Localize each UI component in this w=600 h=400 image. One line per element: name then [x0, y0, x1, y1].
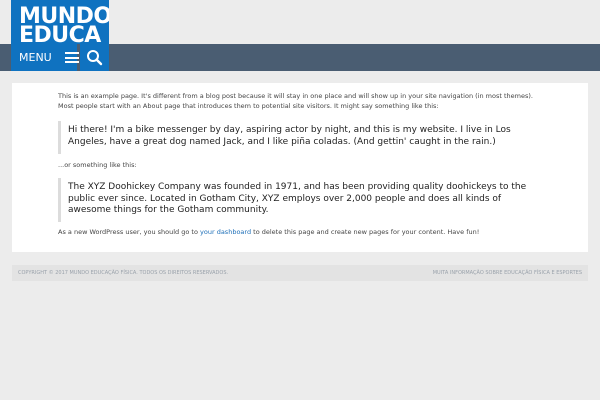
search-button[interactable] — [80, 44, 109, 71]
logo-text: MUNDO EDUCA — [19, 4, 109, 45]
site-footer: COPYRIGHT © 2017 MUNDO EDUCAÇÃO FÍSICA. … — [12, 265, 588, 281]
blockquote-bike-messenger: Hi there! I'm a bike messenger by day, a… — [58, 121, 538, 154]
dashboard-link[interactable]: your dashboard — [200, 228, 251, 236]
site-logo[interactable]: MUNDO EDUCA — [11, 0, 109, 44]
site-header: MUNDO EDUCA — [0, 0, 600, 44]
or-text: ...or something like this: — [58, 161, 137, 169]
page-content: This is an example page. It's different … — [12, 83, 588, 252]
copyright-text: COPYRIGHT © 2017 MUNDO EDUCAÇÃO FÍSICA. … — [18, 270, 229, 276]
navigation-bar: MENU — [0, 44, 600, 71]
search-icon — [87, 50, 103, 66]
outro-paragraph: As a new WordPress user, you should go t… — [58, 227, 558, 237]
menu-button[interactable]: MENU — [11, 44, 79, 71]
page: MUNDO EDUCA MENU This is an example page… — [0, 0, 600, 400]
intro-paragraph: This is an example page. It's different … — [58, 92, 533, 110]
footer-tagline: MUITA INFORMAÇÃO SOBRE EDUCAÇÃO FÍSICA E… — [432, 270, 582, 276]
blockquote-xyz-company: The XYZ Doohickey Company was founded in… — [58, 178, 538, 222]
outro-text-after: to delete this page and create new pages… — [251, 228, 480, 236]
hamburger-icon — [65, 52, 79, 63]
outro-text-before: As a new WordPress user, you should go t… — [58, 228, 201, 236]
menu-label: MENU — [19, 51, 52, 64]
